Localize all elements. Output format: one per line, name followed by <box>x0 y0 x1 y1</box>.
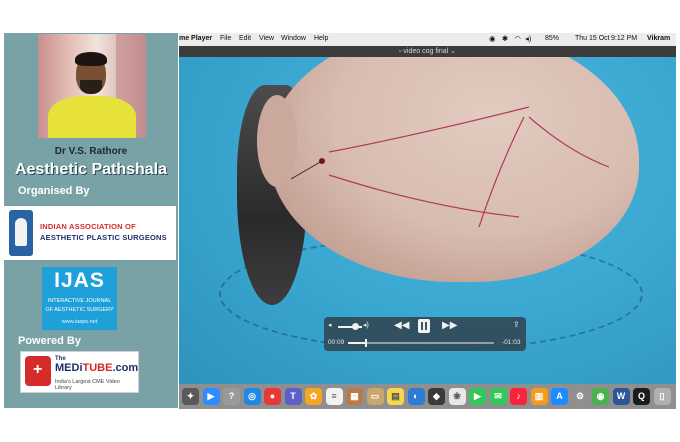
volume-knob[interactable] <box>351 323 359 330</box>
finder-folder-icon[interactable]: ▭ <box>366 388 384 405</box>
shared-screen: me Player File Edit View Window Help ◉ ✱… <box>179 33 676 409</box>
menu-bar: me Player File Edit View Window Help ◉ ✱… <box>179 33 676 46</box>
screen-share-icon[interactable]: ◉ <box>489 34 496 43</box>
menu-view[interactable]: View <box>259 35 274 42</box>
volume-high-icon: ◂) <box>363 322 369 329</box>
dock: ✦ ▶? ◎ ● T ✿ ≡ ▦ ▭ ▤ ◐ ◆ ❀ ▶ ✉ ♪ ▥ A ⚙ ◉ W Q ▯ <box>179 384 676 409</box>
ijas-line1: INTERACTIVE JOURNAL <box>47 298 112 304</box>
speaker-beard <box>80 80 102 94</box>
system-preferences-icon[interactable]: ⚙ <box>571 388 589 405</box>
share-icon[interactable]: ⇪ <box>513 320 520 329</box>
speaker-hair <box>75 52 107 66</box>
menu-edit[interactable]: Edit <box>239 35 251 42</box>
plus-icon: + <box>33 361 43 378</box>
messages-icon[interactable]: ✉ <box>489 388 507 405</box>
statue-figure <box>15 218 27 246</box>
trash-icon[interactable]: ▯ <box>653 388 671 405</box>
speaker-photo <box>38 34 146 138</box>
safari-icon[interactable]: ◎ <box>243 388 261 405</box>
menu-file[interactable]: File <box>220 35 231 42</box>
ijas-mark: IJAS <box>54 269 105 292</box>
chrome-icon[interactable]: ● <box>264 388 281 405</box>
needle-thread <box>290 160 323 180</box>
music-icon[interactable]: ♪ <box>510 388 527 405</box>
window-titlebar[interactable]: ▫ video cog final ⌄ <box>179 46 676 57</box>
menu-time[interactable]: 9:12 PM <box>611 35 637 42</box>
launchpad-icon[interactable]: ✦ <box>182 388 199 405</box>
iaaps-logo: INDIAN ASSOCIATION OF AESTHETIC PLASTIC … <box>4 206 176 260</box>
scrub-progress <box>348 342 367 344</box>
teams-icon[interactable]: T <box>284 388 302 405</box>
marking-line-upper <box>328 106 530 153</box>
ijas-line2: OF AESTHETIC SURGERY <box>45 307 114 313</box>
time-remaining: -01:03 <box>502 339 521 346</box>
iaaps-name-line1: INDIAN ASSOCIATION OF <box>40 222 136 231</box>
zoom-icon[interactable]: ▶ <box>202 388 220 405</box>
meditube-logo: + The MEDiTUBE.com India's Largest CME V… <box>20 351 139 393</box>
menu-date[interactable]: Thu 15 Oct <box>575 35 610 42</box>
notes-icon[interactable]: ≡ <box>325 388 343 405</box>
bluetooth-icon[interactable]: ✱ <box>502 34 508 43</box>
player-controls: ◂ ◂) ◀◀ ▶▶ ⇪ 00:09 -01:03 <box>324 317 526 351</box>
window-title-text: video cog final <box>403 48 449 55</box>
menu-help[interactable]: Help <box>314 35 328 42</box>
app-store-alt-icon[interactable]: ◆ <box>428 388 445 405</box>
speaker-shirt <box>48 96 136 138</box>
powered-by-label: Powered By <box>18 335 81 347</box>
scrub-bar[interactable] <box>348 339 494 347</box>
iaaps-emblem-icon <box>9 210 33 256</box>
chevron-down-icon: ⌄ <box>450 48 457 55</box>
rewind-button[interactable]: ◀◀ <box>394 320 409 331</box>
status-icons: ◉ ✱ ◠ ◂) <box>489 34 531 43</box>
stickies-icon[interactable]: ▤ <box>387 388 404 405</box>
maps-icon[interactable]: ◉ <box>592 388 609 405</box>
ijas-url: www.iaaps.net <box>61 319 98 325</box>
books-icon[interactable]: ▥ <box>530 388 548 405</box>
meditube-wordmark: MEDiTUBE.com <box>55 362 138 374</box>
wifi-icon[interactable]: ◠ <box>514 34 521 43</box>
battery-percent[interactable]: 85% <box>545 35 559 42</box>
meditube-word-c: .com <box>112 362 139 374</box>
scrub-playhead[interactable] <box>365 339 368 347</box>
kaleidoscope-icon[interactable]: ✿ <box>305 388 322 405</box>
quicktime-icon[interactable]: Q <box>633 388 650 405</box>
word-icon[interactable]: W <box>612 388 630 405</box>
menu-window[interactable]: Window <box>281 35 306 42</box>
meditube-word-a: MEDi <box>55 362 83 374</box>
meditube-tagline: India's Largest CME Video Library <box>55 379 120 391</box>
photo-booth-icon[interactable]: ◐ <box>407 388 425 405</box>
ijas-logo: IJAS INTERACTIVE JOURNAL OF AESTHETIC SU… <box>42 267 117 330</box>
photos-icon[interactable]: ❀ <box>448 388 466 405</box>
pause-button[interactable] <box>418 319 430 333</box>
help-icon[interactable]: ? <box>223 388 240 405</box>
facetime-icon[interactable]: ▶ <box>469 388 486 405</box>
app-store-icon[interactable]: A <box>551 388 568 405</box>
iaaps-name-line2: AESTHETIC PLASTIC SURGEONS <box>40 233 167 242</box>
volume-low-icon: ◂ <box>328 322 332 329</box>
window-title: ▫ video cog final ⌄ <box>179 47 676 55</box>
menu-user[interactable]: Vikram <box>647 35 670 42</box>
speaker-name: Dr V.S. Rathore <box>54 146 128 157</box>
menu-app-name[interactable]: me Player <box>179 35 212 42</box>
photo-icon[interactable]: ▦ <box>346 388 363 405</box>
marking-line-right <box>528 116 610 168</box>
marking-line-vertical <box>478 116 525 228</box>
time-elapsed: 00:09 <box>328 339 345 346</box>
medical-cross-icon: + <box>25 356 51 386</box>
organised-by-label: Organised By <box>18 185 90 197</box>
fast-forward-button[interactable]: ▶▶ <box>442 320 457 331</box>
brand-title: Aesthetic Pathshala <box>14 161 168 178</box>
volume-icon[interactable]: ◂) <box>525 34 531 43</box>
video-frame[interactable]: ◂ ◂) ◀◀ ▶▶ ⇪ 00:09 -01:03 <box>179 57 676 384</box>
meditube-word-b: TUBE <box>82 362 113 374</box>
